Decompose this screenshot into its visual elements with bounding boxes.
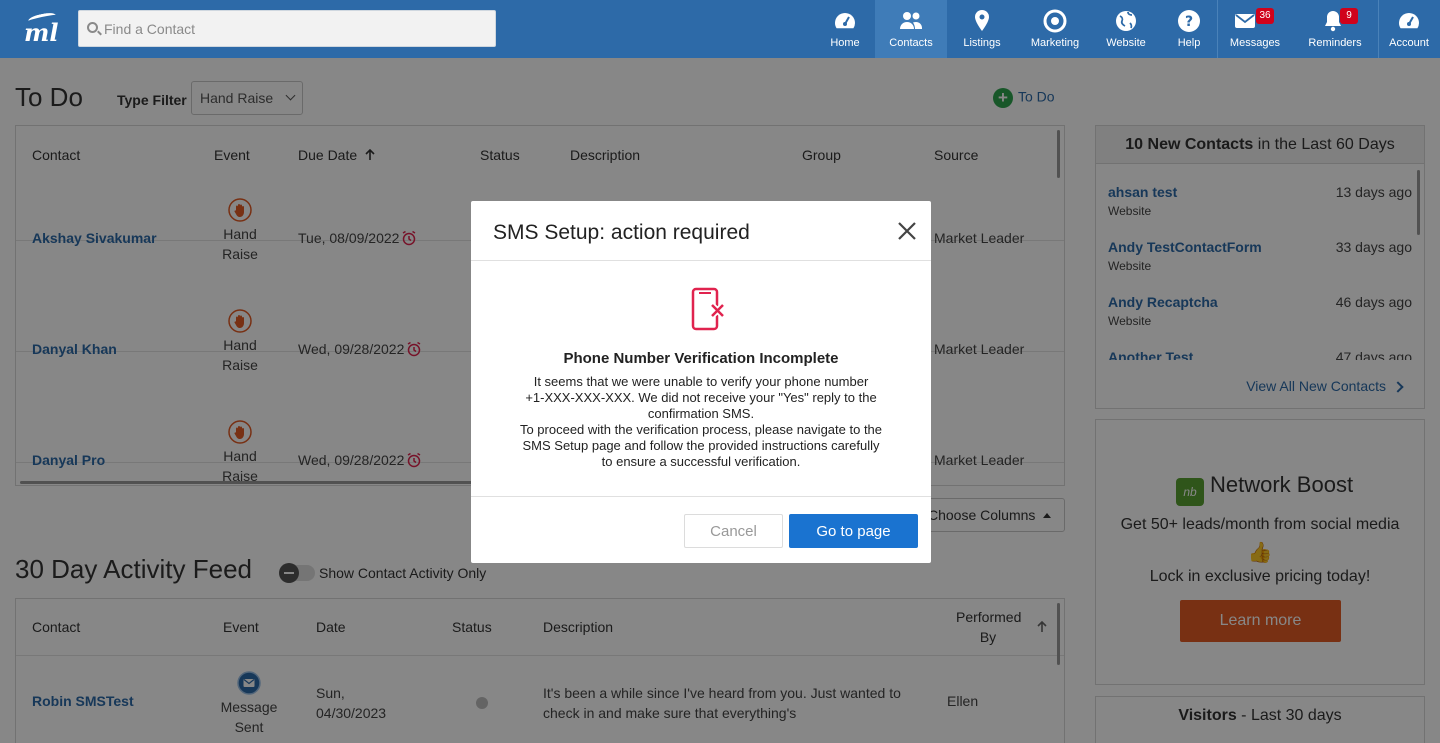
map-pin-icon: [975, 10, 989, 31]
dialog-heading: Phone Number Verification Incomplete: [563, 350, 839, 367]
cancel-button[interactable]: Cancel: [684, 514, 783, 548]
nav-messages-label: Messages: [1229, 37, 1281, 49]
nav-contacts-label: Contacts: [889, 37, 933, 49]
find-contact-search: [78, 10, 496, 47]
nav-divider: [1217, 0, 1218, 58]
messages-count-badge: 36: [1256, 8, 1274, 24]
logo-text: ml: [24, 18, 59, 47]
dialog-message: It seems that we were unable to verify y…: [491, 374, 911, 470]
svg-text:?: ?: [1185, 14, 1193, 30]
nav-listings-label: Listings: [963, 37, 1001, 49]
go-to-page-button[interactable]: Go to page: [789, 514, 918, 548]
target-icon: [1043, 9, 1067, 33]
reminders-count-badge: 9: [1340, 8, 1358, 24]
dialog-message-line: to ensure a successful verification.: [601, 454, 801, 469]
nav-reminders[interactable]: 9 Reminders: [1298, 0, 1372, 58]
divider: [471, 496, 931, 497]
dialog-message-line: confirmation SMS.: [647, 406, 755, 421]
question-circle-icon: ?: [1178, 10, 1200, 32]
top-nav: ml Home Contacts Listings Marketing Webs…: [0, 0, 1440, 58]
sms-setup-dialog: SMS Setup: action required Phone Number …: [471, 201, 931, 563]
dialog-title: SMS Setup: action required: [493, 221, 750, 244]
nav-contacts[interactable]: Contacts: [875, 0, 947, 58]
globe-icon: [1116, 11, 1136, 31]
divider: [471, 260, 931, 261]
nav-account-label: Account: [1389, 37, 1429, 49]
dashboard-gauge-icon: [835, 13, 855, 29]
nav-reminders-label: Reminders: [1308, 37, 1362, 49]
nav-home[interactable]: Home: [815, 0, 875, 58]
nav-help-label: Help: [1177, 37, 1201, 49]
nav-home-label: Home: [830, 37, 860, 49]
nav-website[interactable]: Website: [1096, 0, 1156, 58]
nav-marketing[interactable]: Marketing: [1022, 0, 1088, 58]
nav-account[interactable]: Account: [1380, 0, 1438, 58]
phone-error-icon: [691, 287, 726, 331]
nav-marketing-label: Marketing: [1030, 37, 1080, 49]
nav-divider: [1378, 0, 1379, 58]
dialog-message-line: It seems that we were unable to verify y…: [533, 374, 869, 389]
close-icon[interactable]: [895, 219, 919, 243]
market-leader-logo[interactable]: ml: [18, 11, 59, 47]
nav-website-label: Website: [1106, 37, 1146, 49]
people-icon: [900, 12, 922, 29]
dialog-message-line: To proceed with the verification process…: [519, 422, 883, 437]
nav-listings[interactable]: Listings: [952, 0, 1012, 58]
nav-help[interactable]: ? Help: [1160, 0, 1218, 58]
search-input[interactable]: [104, 11, 484, 46]
dialog-message-line: SMS Setup page and follow the provided i…: [522, 438, 880, 453]
dialog-message-line: +1-XXX-XXX-XXX. We did not receive your …: [525, 390, 877, 405]
search-icon: [87, 22, 98, 33]
nav-messages[interactable]: 36 Messages: [1220, 0, 1290, 58]
envelope-icon: [1235, 14, 1255, 28]
dashboard-gauge-icon: [1399, 13, 1419, 29]
